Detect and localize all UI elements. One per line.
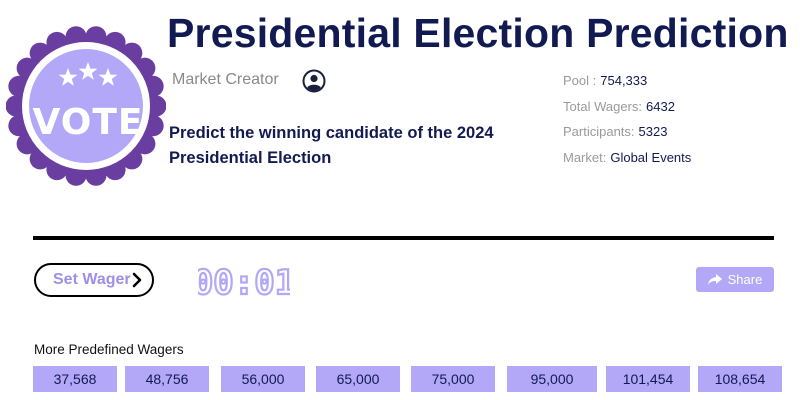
stat-pool-value: 754,333: [600, 73, 648, 88]
vote-badge-icon: VOTE: [6, 26, 166, 186]
stat-participants-value: 5323: [638, 124, 668, 139]
wager-chip[interactable]: 56,000: [221, 366, 305, 392]
countdown-timer: 00:01: [198, 262, 290, 302]
market-stats: Pool :754,333 Total Wagers: 6432 Particip…: [563, 73, 691, 175]
timer-display: 00:01: [198, 263, 290, 302]
stat-pool: Pool :754,333: [563, 73, 691, 99]
share-button[interactable]: Share: [696, 267, 774, 292]
wager-chip[interactable]: 108,654: [698, 366, 782, 392]
stat-total-wagers-value: 6432: [646, 98, 675, 114]
stat-market-label: Market:: [563, 149, 607, 165]
wager-chip[interactable]: 65,000: [316, 366, 400, 392]
stat-pool-label: Pool :: [563, 73, 597, 88]
user-circle-icon[interactable]: [302, 69, 326, 93]
stat-participants: Participants: 5323: [563, 124, 691, 150]
market-question: Predict the winning candidate of the 202…: [169, 124, 494, 167]
predefined-wagers-label: More Predefined Wagers: [34, 342, 184, 357]
wager-chip[interactable]: 101,454: [606, 366, 690, 392]
page-title: Presidential Election Prediction: [167, 10, 789, 56]
stat-market-value: Global Events: [610, 149, 692, 165]
market-creator-label: Market Creator: [172, 71, 279, 88]
wager-chip[interactable]: 95,000: [507, 366, 597, 392]
section-divider: [33, 236, 774, 240]
set-wager-label: Set Wager: [53, 271, 131, 288]
share-arrow-icon: [707, 274, 722, 285]
stat-market: Market: Global Events: [563, 150, 691, 176]
wager-chip[interactable]: 48,756: [125, 366, 209, 392]
wager-chip[interactable]: 75,000: [411, 366, 495, 392]
chevron-right-icon: [132, 272, 142, 288]
stat-total-wagers-label: Total Wagers:: [563, 98, 642, 114]
set-wager-button[interactable]: Set Wager: [34, 263, 154, 297]
wager-chip[interactable]: 37,568: [33, 366, 117, 392]
stat-total-wagers: Total Wagers: 6432: [563, 99, 691, 125]
share-label: Share: [727, 272, 763, 287]
stat-participants-label: Participants:: [563, 124, 635, 139]
badge-text: VOTE: [33, 102, 144, 143]
